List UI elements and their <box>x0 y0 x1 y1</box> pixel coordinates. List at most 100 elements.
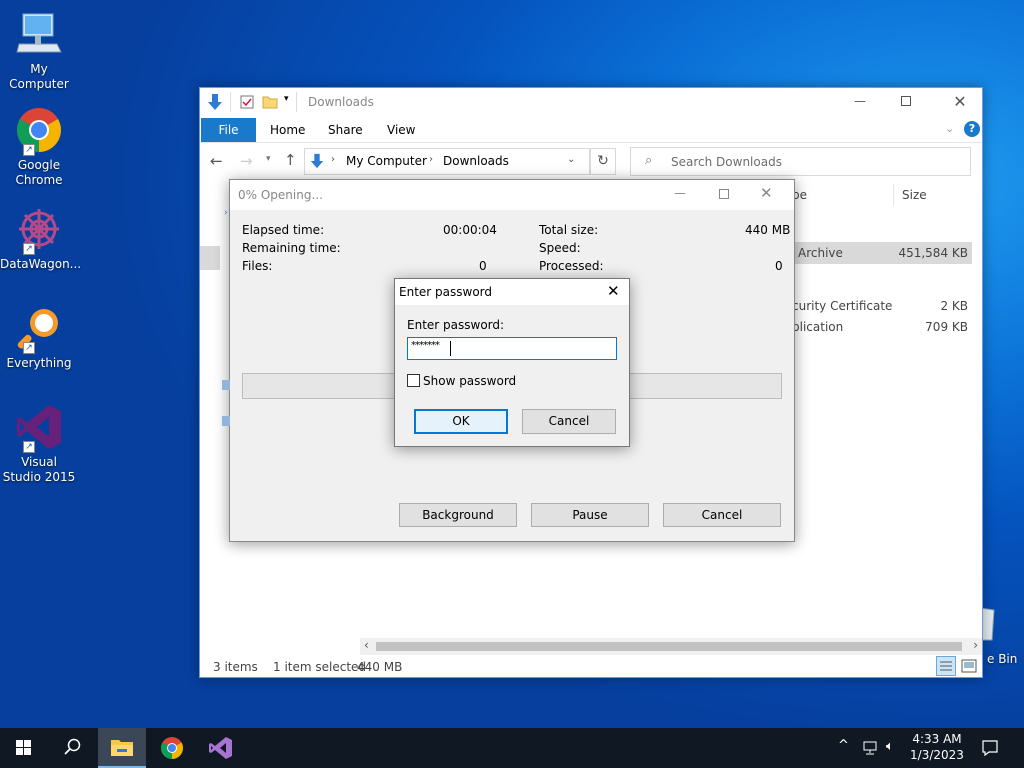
maximize-button[interactable] <box>714 182 734 206</box>
table-row[interactable]: plication 709 KB <box>792 317 972 339</box>
window-title: Downloads <box>308 95 374 109</box>
recycle-bin-label: e Bin <box>987 652 1018 666</box>
quick-access-dropdown-icon[interactable]: ▾ <box>284 94 289 104</box>
breadcrumb-separator-icon: › <box>331 154 335 165</box>
desktop-icon-google-chrome[interactable]: ↗ Google Chrome <box>0 106 78 188</box>
desktop-icon-datawagon[interactable]: ↗ DataWagon... <box>0 205 81 272</box>
background-button[interactable]: Background <box>399 503 517 527</box>
computer-icon <box>15 10 63 58</box>
cancel-button[interactable]: Cancel <box>663 503 781 527</box>
datawagon-icon: ↗ <box>15 205 63 255</box>
action-center-icon[interactable] <box>980 738 1000 758</box>
details-view-icon[interactable] <box>936 656 956 676</box>
scrollbar-thumb[interactable] <box>376 642 962 651</box>
remaining-time-label: Remaining time: <box>242 241 341 255</box>
tab-home[interactable]: Home <box>270 118 305 142</box>
password-value: ******* <box>411 340 440 351</box>
ok-button[interactable]: OK <box>414 409 508 434</box>
search-input[interactable]: ⌕ Search Downloads <box>630 147 971 176</box>
back-arrow-icon[interactable]: ← <box>210 152 223 170</box>
minimize-button[interactable]: — <box>837 88 883 116</box>
address-bar[interactable]: › My Computer › Downloads ⌄ <box>304 148 590 175</box>
file-type: Archive <box>798 246 843 260</box>
scroll-right-icon[interactable]: › <box>973 638 978 652</box>
large-icons-view-icon[interactable] <box>960 657 978 675</box>
file-type: plication <box>792 320 844 334</box>
elapsed-time-value: 00:00:04 <box>443 223 497 237</box>
breadcrumb-separator-icon: › <box>429 154 433 165</box>
shortcut-arrow-icon: ↗ <box>23 243 35 255</box>
elapsed-time-label: Elapsed time: <box>242 223 325 237</box>
nav-pane-icon <box>222 416 230 426</box>
desktop-icon-everything[interactable]: ↗ Everything <box>0 304 78 371</box>
desktop-icon-my-computer[interactable]: My Computer <box>0 10 78 92</box>
table-row[interactable]: curity Certificate 2 KB <box>792 296 972 318</box>
desktop-icon-visual-studio[interactable]: ↗ Visual Studio 2015 <box>0 403 78 485</box>
address-dropdown-icon[interactable]: ⌄ <box>567 154 575 165</box>
status-selected: 1 item selected <box>273 660 367 674</box>
tab-file[interactable]: File <box>201 118 256 142</box>
search-placeholder: Search Downloads <box>671 155 782 169</box>
recycle-bin-icon[interactable] <box>979 606 1000 644</box>
desktop-icon-label: My Computer <box>9 62 69 91</box>
nav-pane-selection <box>200 246 220 270</box>
column-header-size[interactable]: Size <box>902 188 927 202</box>
desktop-icon-label: Everything <box>6 356 72 370</box>
processed-label: Processed: <box>539 259 604 273</box>
network-icon[interactable] <box>862 740 880 756</box>
show-hidden-icons-chevron[interactable]: ^ <box>838 738 849 753</box>
file-size: 451,584 KB <box>898 246 968 260</box>
downloads-arrow-icon <box>206 93 224 111</box>
taskbar-file-explorer[interactable] <box>98 728 146 768</box>
file-size: 709 KB <box>925 320 968 334</box>
forward-arrow-icon[interactable]: → <box>240 152 253 170</box>
taskbar: ^ 🔈︎ 4:33 AM 1/3/2023 <box>0 728 1024 768</box>
close-button[interactable]: ✕ <box>937 90 983 116</box>
taskbar-chrome[interactable] <box>148 728 196 768</box>
password-field[interactable]: ******* <box>407 337 617 360</box>
clock-date: 1/3/2023 <box>910 748 964 762</box>
refresh-button[interactable]: ↻ <box>590 148 616 175</box>
tab-view[interactable]: View <box>387 118 415 142</box>
shortcut-arrow-icon: ↗ <box>23 342 35 354</box>
password-prompt-label: Enter password: <box>407 318 505 332</box>
password-dialog-title: Enter password <box>399 285 492 299</box>
breadcrumb-downloads[interactable]: Downloads <box>443 154 509 168</box>
breadcrumb-my-computer[interactable]: My Computer <box>346 154 427 168</box>
file-size: 2 KB <box>940 299 968 313</box>
up-arrow-icon[interactable]: ↑ <box>284 151 297 169</box>
scroll-left-icon[interactable]: ‹ <box>364 638 369 652</box>
everything-search-icon: ↗ <box>15 304 63 354</box>
help-icon[interactable]: ? <box>964 121 980 137</box>
show-password-label[interactable]: Show password <box>423 374 516 388</box>
expand-ribbon-icon[interactable]: ⌄ <box>945 122 954 135</box>
processed-value: 0 <box>775 259 783 273</box>
shortcut-arrow-icon: ↗ <box>23 144 35 156</box>
recent-locations-chevron-icon[interactable]: ▾ <box>266 154 271 164</box>
close-button[interactable]: ✕ <box>607 282 620 300</box>
clock[interactable]: 4:33 AM 1/3/2023 <box>906 731 968 763</box>
close-button[interactable]: ✕ <box>760 184 773 202</box>
table-row[interactable]: Archive 451,584 KB <box>792 242 972 264</box>
tab-share[interactable]: Share <box>328 118 363 142</box>
total-size-label: Total size: <box>539 223 599 237</box>
visual-studio-icon: ↗ <box>15 403 63 453</box>
chrome-icon: ↗ <box>15 106 63 156</box>
minimize-button[interactable]: — <box>670 182 690 206</box>
search-button[interactable] <box>48 728 96 768</box>
new-folder-icon[interactable] <box>262 94 278 110</box>
horizontal-scrollbar[interactable]: ‹ › <box>360 638 982 655</box>
total-size-value: 440 MB <box>745 223 791 237</box>
nav-pane-expand-icon: › <box>224 208 228 218</box>
taskbar-visual-studio[interactable] <box>197 728 245 768</box>
files-value: 0 <box>479 259 487 273</box>
show-password-checkbox[interactable] <box>407 374 420 387</box>
cancel-button[interactable]: Cancel <box>522 409 616 434</box>
pause-button[interactable]: Pause <box>531 503 649 527</box>
speed-label: Speed: <box>539 241 581 255</box>
desktop-icon-label: Visual Studio 2015 <box>2 455 76 484</box>
start-button[interactable] <box>0 728 48 768</box>
maximize-button[interactable] <box>883 88 929 116</box>
properties-icon[interactable] <box>240 95 254 109</box>
volume-icon[interactable]: 🔈︎ <box>886 739 894 754</box>
